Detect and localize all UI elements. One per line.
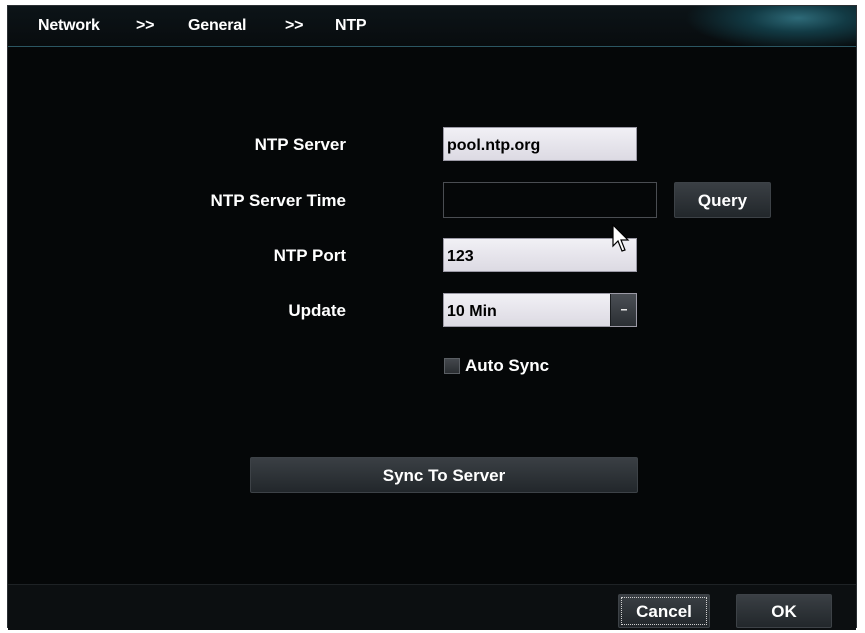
auto-sync-label: Auto Sync (465, 356, 550, 375)
ntp-settings-window: Network >> General >> NTP NTP Server poo… (7, 5, 857, 630)
title-bar: Network >> General >> NTP (8, 6, 856, 47)
auto-sync-checkbox[interactable] (444, 358, 460, 374)
update-selected-value: 10 Min (447, 303, 497, 320)
ok-button[interactable]: OK (736, 594, 832, 628)
mouse-cursor-icon (612, 224, 630, 252)
ntp-server-time-label: NTP Server Time (210, 191, 346, 210)
ntp-port-input[interactable]: 123 (443, 238, 637, 272)
update-select[interactable]: 10 Min (443, 293, 637, 327)
footer-bar: Cancel OK (8, 584, 856, 630)
breadcrumb-network[interactable]: Network (38, 17, 100, 35)
breadcrumb-ntp: NTP (335, 17, 367, 34)
ntp-server-label: NTP Server (254, 135, 346, 154)
breadcrumb-separator: >> (285, 17, 304, 34)
ntp-server-input[interactable]: pool.ntp.org (443, 127, 637, 161)
sync-to-server-button[interactable]: Sync To Server (250, 457, 638, 493)
breadcrumb-separator: >> (136, 17, 155, 34)
query-button[interactable]: Query (674, 182, 771, 218)
ntp-port-label: NTP Port (273, 246, 346, 265)
cancel-button[interactable]: Cancel (618, 594, 710, 628)
update-label: Update (288, 301, 346, 320)
ntp-server-time-field (443, 182, 657, 218)
chevron-down-icon[interactable] (610, 294, 636, 326)
breadcrumb-general[interactable]: General (188, 17, 246, 35)
